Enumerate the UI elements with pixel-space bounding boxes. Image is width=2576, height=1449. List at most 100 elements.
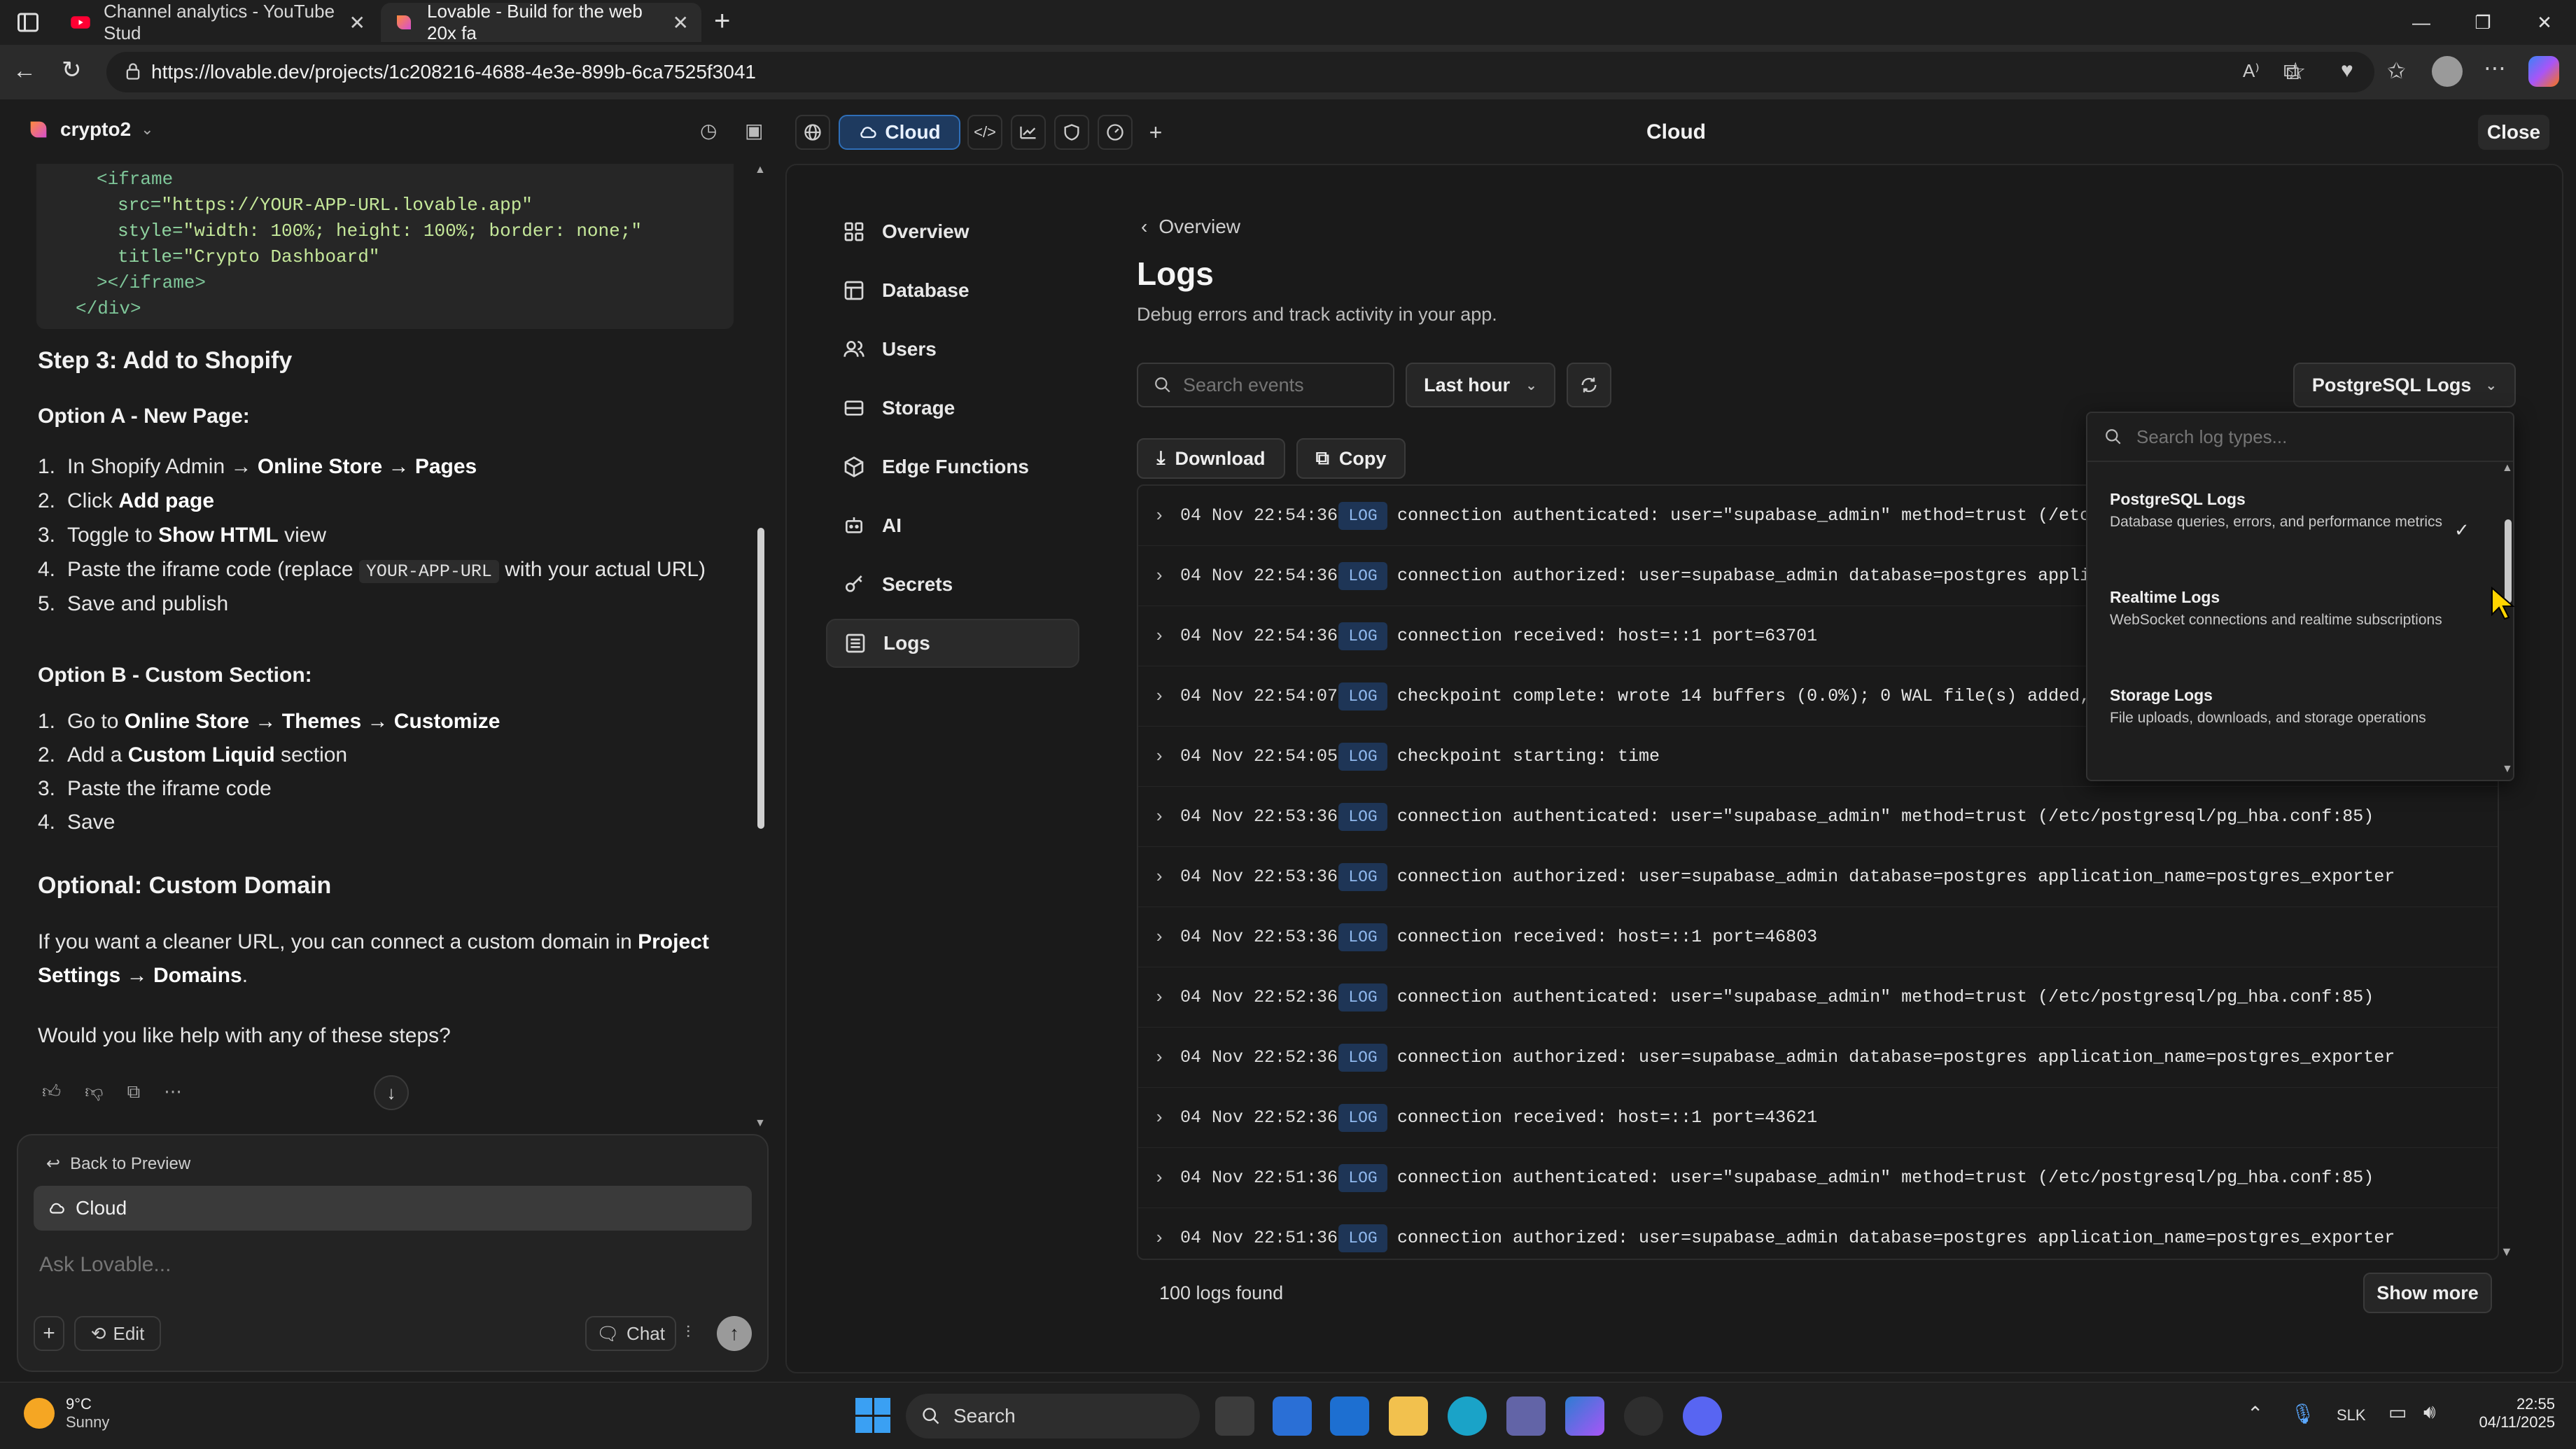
more-menu-icon[interactable]: ⋯: [2484, 55, 2506, 81]
chevron-right-icon[interactable]: ›: [1138, 867, 1180, 888]
scroll-down-arrow-icon[interactable]: ▼: [2500, 1245, 2513, 1259]
chevron-right-icon[interactable]: ›: [1138, 1228, 1180, 1249]
profile-avatar[interactable]: [2432, 56, 2463, 87]
keyboard-language[interactable]: SLK: [2337, 1406, 2366, 1424]
discord-icon[interactable]: [1683, 1396, 1722, 1436]
scroll-down-arrow-icon[interactable]: ▼: [2502, 763, 2513, 776]
chevron-right-icon[interactable]: ›: [1138, 987, 1180, 1008]
chevron-right-icon[interactable]: ›: [1138, 746, 1180, 767]
read-aloud-icon[interactable]: A⁾: [2243, 60, 2260, 82]
extensions-icon[interactable]: ⧉: [2283, 59, 2300, 85]
url-field[interactable]: https://lovable.dev/projects/1c208216-46…: [106, 52, 2374, 92]
volume-icon[interactable]: 🔊︎: [2423, 1401, 2436, 1424]
show-more-button[interactable]: Show more: [2363, 1273, 2492, 1313]
scroll-up-arrow-icon[interactable]: ▲: [755, 164, 766, 176]
minimize-icon[interactable]: —: [2391, 6, 2451, 39]
send-button[interactable]: ↑: [717, 1316, 752, 1351]
microphone-icon[interactable]: 🎙︎: [2290, 1402, 2316, 1425]
log-row[interactable]: › 04 Nov 22:52:36 LOG connection received: …: [1138, 1088, 2498, 1148]
restore-icon[interactable]: ❐: [2453, 6, 2513, 39]
copy-button[interactable]: ⧉ Copy: [1296, 438, 1406, 479]
scroll-up-arrow-icon[interactable]: ▲: [2502, 462, 2513, 475]
store-icon[interactable]: [1273, 1396, 1312, 1436]
sidebar-item-users[interactable]: Users: [826, 325, 1079, 374]
performance-icon[interactable]: ♥: [2341, 59, 2353, 83]
project-switcher[interactable]: crypto2 ⌄: [27, 118, 154, 141]
time-range-select[interactable]: Last hour ⌄: [1406, 363, 1555, 407]
new-tab-icon[interactable]: +: [714, 6, 730, 37]
file-explorer-icon[interactable]: [1389, 1396, 1428, 1436]
log-row[interactable]: › 04 Nov 22:52:36 LOG connection authentica…: [1138, 967, 2498, 1028]
chevron-right-icon[interactable]: ›: [1138, 1047, 1180, 1068]
analytics-icon[interactable]: [1011, 115, 1046, 150]
log-row[interactable]: › 04 Nov 22:52:36 LOG connection authorized…: [1138, 1028, 2498, 1088]
log-row[interactable]: › 04 Nov 22:53:36 LOG connection received: …: [1138, 907, 2498, 967]
log-row[interactable]: › 04 Nov 22:53:36 LOG connection authentica…: [1138, 787, 2498, 847]
chevron-right-icon[interactable]: ›: [1138, 566, 1180, 587]
log-type-option-storage-logs[interactable]: Storage Logs File uploads, downloads, and…: [2110, 686, 2488, 729]
add-tab-icon[interactable]: +: [1138, 115, 1173, 150]
download-button[interactable]: ⤓ Download: [1137, 438, 1285, 479]
favorites-icon[interactable]: ✩: [2387, 57, 2406, 84]
show-hidden-icons-icon[interactable]: ⌃: [2247, 1402, 2263, 1425]
network-icon[interactable]: ▭: [2388, 1401, 2407, 1424]
chatgpt-icon[interactable]: [1624, 1396, 1663, 1436]
sidebar-item-secrets[interactable]: Secrets: [826, 560, 1079, 609]
close-tab-icon[interactable]: ✕: [673, 11, 689, 34]
breadcrumb[interactable]: ‹ Overview: [1141, 216, 1240, 238]
chat-mode-button[interactable]: 🗨︎ Chat: [585, 1316, 676, 1351]
reload-icon[interactable]: ↻: [62, 56, 82, 84]
sidebar-item-logs[interactable]: Logs: [826, 619, 1079, 668]
copilot-icon[interactable]: [2528, 56, 2559, 87]
close-tab-icon[interactable]: ✕: [349, 11, 365, 34]
cloud-tab-button[interactable]: Cloud: [839, 115, 960, 150]
copy-icon[interactable]: ⧉: [127, 1081, 141, 1103]
scroll-down-arrow-icon[interactable]: ▼: [755, 1117, 766, 1130]
m365-icon[interactable]: [1565, 1396, 1604, 1436]
log-source-select[interactable]: PostgreSQL Logs ⌄: [2293, 363, 2516, 407]
chevron-right-icon[interactable]: ›: [1138, 686, 1180, 707]
history-icon[interactable]: ◷: [700, 119, 717, 142]
sidebar-toggle-icon[interactable]: [15, 10, 41, 35]
back-to-preview-link[interactable]: ↩ Back to Preview: [46, 1154, 190, 1174]
log-type-option-postgresql-logs[interactable]: PostgreSQL Logs Database queries, errors,…: [2110, 490, 2488, 533]
log-type-search-input[interactable]: [2136, 426, 2472, 448]
sidebar-item-database[interactable]: Database: [826, 266, 1079, 315]
sidebar-item-overview[interactable]: Overview: [826, 207, 1079, 256]
chevron-right-icon[interactable]: ›: [1138, 626, 1180, 647]
tab-lovable[interactable]: Lovable - Build for the web 20x fa ✕: [381, 1, 701, 43]
attach-button[interactable]: +: [34, 1316, 64, 1351]
close-window-icon[interactable]: ✕: [2514, 6, 2575, 39]
teams-icon[interactable]: [1506, 1396, 1546, 1436]
back-icon[interactable]: ←: [13, 57, 36, 85]
task-view-icon[interactable]: [1215, 1396, 1254, 1436]
sidebar-item-storage[interactable]: Storage: [826, 384, 1079, 433]
ask-lovable-input[interactable]: [39, 1253, 669, 1277]
refresh-button[interactable]: [1567, 363, 1611, 407]
scroll-to-bottom-button[interactable]: ↓: [374, 1075, 409, 1110]
log-row[interactable]: › 04 Nov 22:53:36 LOG connection authorized…: [1138, 847, 2498, 907]
sidebar-item-edge-functions[interactable]: Edge Functions: [826, 442, 1079, 491]
tab-youtube-studio[interactable]: Channel analytics - YouTube Stud ✕: [57, 1, 378, 43]
chat-scrollbar[interactable]: [757, 528, 764, 829]
log-row[interactable]: › 04 Nov 22:51:36 LOG connection authentica…: [1138, 1148, 2498, 1208]
more-icon[interactable]: ⋯: [164, 1081, 182, 1103]
log-type-search[interactable]: [2087, 413, 2513, 462]
security-shield-icon[interactable]: [1054, 115, 1089, 150]
chevron-right-icon[interactable]: ›: [1138, 1168, 1180, 1189]
voice-icon[interactable]: ⫶: [686, 1323, 690, 1343]
search-events-field[interactable]: [1137, 363, 1394, 407]
speed-gauge-icon[interactable]: [1098, 115, 1133, 150]
weather-widget[interactable]: 9°C Sunny: [24, 1395, 109, 1432]
close-button[interactable]: Close: [2478, 115, 2549, 150]
chevron-right-icon[interactable]: ›: [1138, 1107, 1180, 1128]
thumbs-up-icon[interactable]: 👍︎: [42, 1081, 61, 1103]
edge-icon[interactable]: [1448, 1396, 1487, 1436]
sidebar-item-ai[interactable]: AI: [826, 501, 1079, 550]
thumbs-down-icon[interactable]: 👎︎: [85, 1081, 103, 1103]
cloud-context-chip[interactable]: Cloud: [34, 1186, 752, 1231]
log-row[interactable]: › 04 Nov 22:51:36 LOG connection authorized…: [1138, 1208, 2498, 1259]
search-events-input[interactable]: [1183, 374, 1386, 396]
log-type-option-realtime-logs[interactable]: Realtime Logs WebSocket connections and r…: [2110, 588, 2488, 631]
chevron-right-icon[interactable]: ›: [1138, 927, 1180, 948]
